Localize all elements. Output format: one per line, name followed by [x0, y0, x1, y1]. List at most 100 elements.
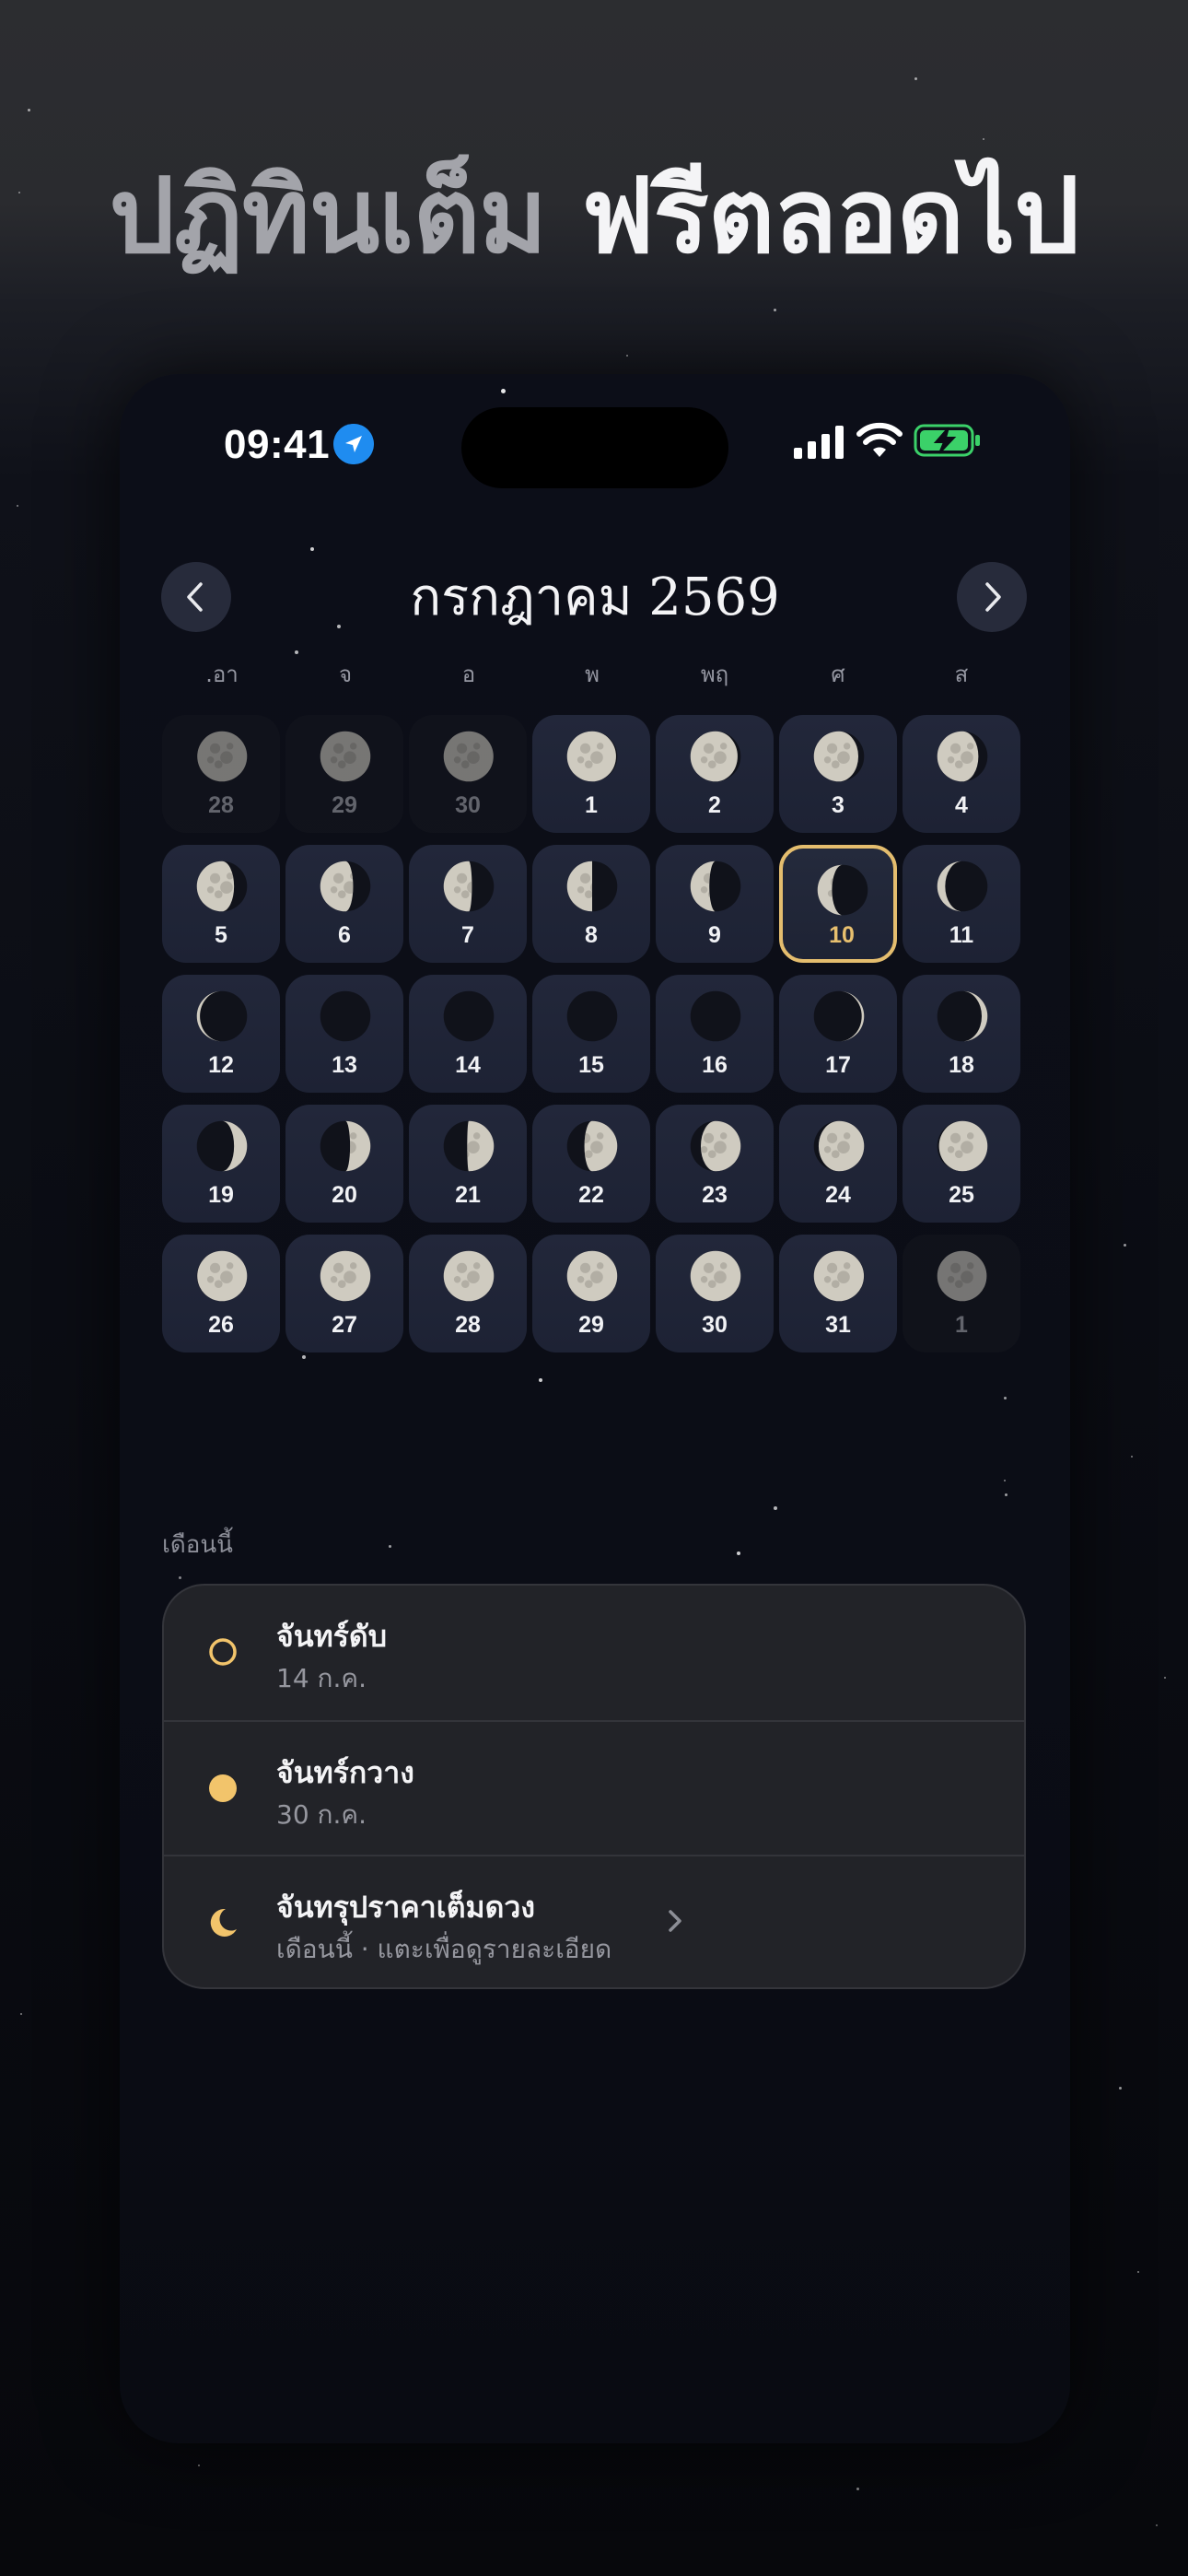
calendar-day-number: 24	[825, 1182, 851, 1208]
calendar-day-cell[interactable]: 21	[409, 1105, 527, 1223]
event-title: จันทรุปราคาเต็มดวง	[276, 1890, 535, 1925]
marketing-headline: ปฏิทินเต็ม ฟรีตลอดไป	[0, 147, 1188, 286]
calendar-day-number: 28	[208, 792, 234, 818]
calendar-day-cell[interactable]: 15	[532, 975, 650, 1093]
event-subtitle: เดือนนี้ · แตะเพื่อดูรายละเอียด	[276, 1934, 612, 1964]
calendar-day-number: 27	[332, 1312, 357, 1338]
calendar-day-cell[interactable]: 8	[532, 845, 650, 963]
calendar-day-number: 16	[702, 1052, 728, 1078]
event-date: 30 ก.ค.	[276, 1799, 367, 1830]
calendar-day-number: 22	[578, 1182, 604, 1208]
calendar-day-number: 2	[708, 792, 721, 818]
calendar-day-cell[interactable]: 25	[903, 1105, 1020, 1223]
calendar-day-cell[interactable]: 10	[779, 845, 897, 963]
event-title: จันทร์กวาง	[276, 1755, 414, 1790]
calendar-grid: 28 29 30 1 2 3 4 5 6 7 8 9 10 11 12 13 14 15 16 17 18 19 20 21 2…	[162, 715, 1026, 1354]
calendar-day-number: 12	[208, 1052, 234, 1078]
wifi-icon	[856, 422, 903, 457]
calendar-day-number: 6	[338, 922, 351, 948]
calendar-day-number: 23	[702, 1182, 728, 1208]
weekday-label: ศ	[831, 662, 845, 687]
moon-phase-icon	[937, 990, 988, 1042]
moon-phase-icon	[320, 731, 371, 782]
calendar-day-cell[interactable]: 22	[532, 1105, 650, 1223]
calendar-day-number: 31	[825, 1312, 851, 1338]
calendar-day-number: 14	[455, 1052, 481, 1078]
calendar-day-cell[interactable]: 29	[285, 715, 403, 833]
moon-phase-icon	[566, 1120, 618, 1172]
calendar-day-cell[interactable]: 26	[162, 1235, 280, 1352]
calendar-day-cell[interactable]: 14	[409, 975, 527, 1093]
calendar-day-cell[interactable]: 7	[409, 845, 527, 963]
calendar-day-number: 25	[949, 1182, 974, 1208]
calendar-day-cell[interactable]: 12	[162, 975, 280, 1093]
calendar-day-number: 3	[832, 792, 844, 818]
calendar-day-cell[interactable]: 1	[532, 715, 650, 833]
calendar-day-number: 29	[578, 1312, 604, 1338]
moon-phase-icon	[937, 1250, 988, 1302]
calendar-day-cell[interactable]: 24	[779, 1105, 897, 1223]
calendar-day-cell[interactable]: 30	[656, 1235, 774, 1352]
full-moon-dot-icon	[209, 1774, 237, 1802]
status-time: 09:41	[224, 422, 331, 467]
event-row-full-moon[interactable]: จันทร์กวาง 30 ก.ค.	[164, 1720, 1024, 1855]
calendar-day-number: 9	[708, 922, 721, 948]
headline-part-2: ฟรีตลอดไป	[581, 157, 1079, 276]
calendar-day-cell[interactable]: 3	[779, 715, 897, 833]
calendar-day-cell[interactable]: 1	[903, 1235, 1020, 1352]
calendar-day-number: 21	[455, 1182, 481, 1208]
calendar-day-cell[interactable]: 13	[285, 975, 403, 1093]
calendar-day-number: 4	[955, 792, 968, 818]
moon-phase-icon	[813, 1250, 865, 1302]
calendar-day-cell[interactable]: 28	[409, 1235, 527, 1352]
calendar-day-number: 13	[332, 1052, 357, 1078]
month-title: กรกฎาคม 2569	[410, 568, 780, 627]
moon-phase-icon	[690, 731, 741, 782]
calendar-day-cell[interactable]: 5	[162, 845, 280, 963]
calendar-day-cell[interactable]: 18	[903, 975, 1020, 1093]
moon-events-card: จันทร์ดับ 14 ก.ค. จันทร์กวาง 30 ก.ค. จัน…	[162, 1584, 1026, 1989]
calendar-day-number: 28	[455, 1312, 481, 1338]
calendar-day-number: 7	[461, 922, 474, 948]
cellular-signal-icon	[794, 426, 844, 459]
moon-phase-icon	[196, 861, 248, 912]
calendar-day-cell[interactable]: 29	[532, 1235, 650, 1352]
battery-charging-icon	[914, 424, 980, 457]
dynamic-island	[461, 407, 728, 488]
next-month-button[interactable]	[957, 562, 1027, 632]
weekday-label: จ	[338, 662, 353, 687]
calendar-day-cell[interactable]: 6	[285, 845, 403, 963]
calendar-day-number: 1	[585, 792, 598, 818]
moon-phase-icon	[690, 861, 741, 912]
calendar-day-cell[interactable]: 11	[903, 845, 1020, 963]
calendar-day-number: 19	[208, 1182, 234, 1208]
location-arrow-icon	[333, 424, 374, 464]
crescent-moon-icon	[210, 1908, 237, 1937]
calendar-day-cell[interactable]: 16	[656, 975, 774, 1093]
calendar-day-cell[interactable]: 9	[656, 845, 774, 963]
calendar-day-cell[interactable]: 2	[656, 715, 774, 833]
calendar-day-number: 18	[949, 1052, 974, 1078]
calendar-day-cell[interactable]: 23	[656, 1105, 774, 1223]
calendar-day-cell[interactable]: 30	[409, 715, 527, 833]
moon-phase-icon	[320, 1120, 371, 1172]
chevron-right-icon	[669, 1910, 681, 1932]
event-row-new-moon[interactable]: จันทร์ดับ 14 ก.ค.	[164, 1586, 1024, 1720]
moon-phase-icon	[566, 861, 618, 912]
calendar-day-cell[interactable]: 17	[779, 975, 897, 1093]
calendar-day-cell[interactable]: 31	[779, 1235, 897, 1352]
calendar-day-cell[interactable]: 27	[285, 1235, 403, 1352]
calendar-day-cell[interactable]: 19	[162, 1105, 280, 1223]
calendar-day-number: 1	[955, 1312, 968, 1338]
event-date: 14 ก.ค.	[276, 1663, 367, 1693]
moon-phase-icon	[813, 1120, 865, 1172]
calendar-day-cell[interactable]: 4	[903, 715, 1020, 833]
moon-phase-icon	[690, 1250, 741, 1302]
weekday-label: พ	[585, 662, 600, 687]
weekday-label: พฤ	[700, 662, 729, 687]
previous-month-button[interactable]	[161, 562, 231, 632]
calendar-day-cell[interactable]: 20	[285, 1105, 403, 1223]
moon-phase-icon	[813, 731, 865, 782]
event-row-lunar-eclipse[interactable]: จันทรุปราคาเต็มดวง เดือนนี้ · แตะเพื่อดู…	[164, 1855, 1024, 1987]
calendar-day-cell[interactable]: 28	[162, 715, 280, 833]
